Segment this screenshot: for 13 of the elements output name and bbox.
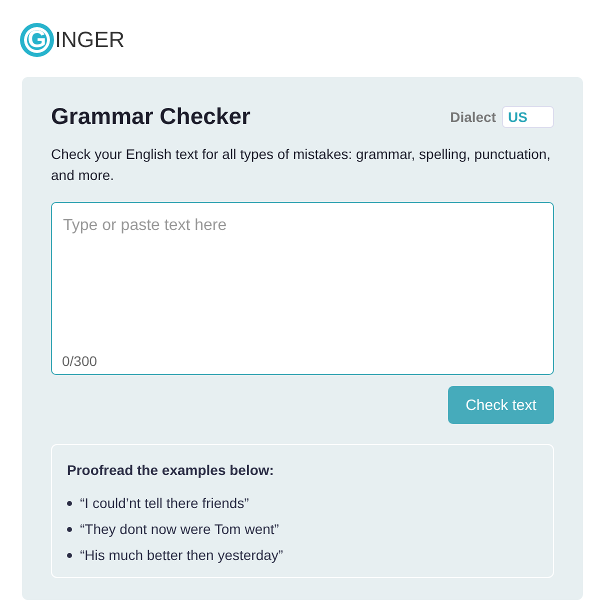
description: Check your English text for all types of mistakes: grammar, spelling, punctuation, and more. [51,145,552,185]
character-counter: 0/300 [62,353,98,369]
example-text[interactable]: “They dont now were Tom went” [80,521,279,537]
example-text[interactable]: “His much better then yesterday” [80,547,284,563]
logo-text: INGER [55,27,125,53]
logo-icon: G [20,23,54,57]
dialect-label: Dialect [450,108,496,124]
example-text[interactable]: “I could’nt tell there friends” [80,495,249,511]
bullet-icon [67,526,72,532]
page-title: Grammar Checker [51,103,250,130]
bullet-icon [67,552,72,558]
bullet-icon [67,500,72,506]
examples-heading: Proofread the examples below: [67,462,275,478]
